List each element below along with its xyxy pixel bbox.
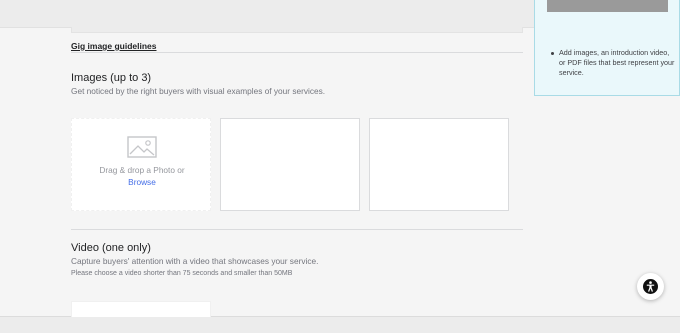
gig-image-guidelines-link[interactable]: Gig image guidelines <box>71 41 157 51</box>
browse-link[interactable]: Browse <box>72 177 212 187</box>
image-slot-3[interactable] <box>369 118 509 211</box>
previous-section-edge <box>71 27 523 33</box>
images-section-title: Images (up to 3) <box>71 72 152 84</box>
images-section-description: Get noticed by the right buyers with vis… <box>71 86 326 96</box>
divider <box>71 52 523 53</box>
tip-item: Add images, an introduction video, or PD… <box>551 48 675 78</box>
divider <box>71 229 523 230</box>
tip-panel: Add images, an introduction video, or PD… <box>534 0 680 96</box>
video-section-description: Capture buyers' attention with a video t… <box>71 256 319 266</box>
image-slot-2[interactable] <box>220 118 360 211</box>
photo-icon <box>127 136 157 158</box>
accessibility-button[interactable] <box>637 273 664 300</box>
video-size-note: Please choose a video shorter than 75 se… <box>71 270 293 277</box>
video-section-title: Video (one only) <box>71 242 151 254</box>
tip-illustration <box>547 0 668 12</box>
image-upload-dropzone[interactable]: Drag & drop a Photo or Browse <box>71 118 211 211</box>
tip-list: Add images, an introduction video, or PD… <box>551 48 675 78</box>
video-upload-dropzone[interactable] <box>71 301 211 317</box>
accessibility-icon <box>643 279 658 294</box>
dropzone-instructions: Drag & drop a Photo or <box>99 165 185 175</box>
